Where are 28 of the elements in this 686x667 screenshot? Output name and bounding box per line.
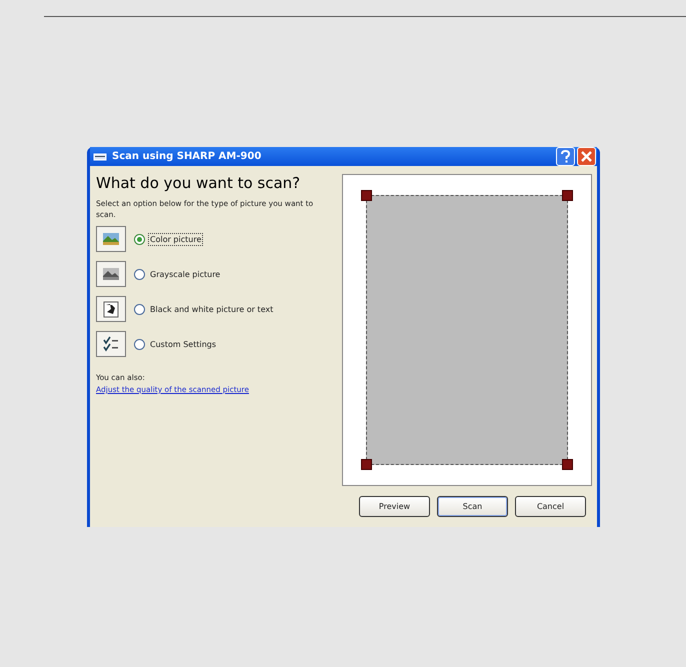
radio-button[interactable] xyxy=(134,338,145,350)
option-label[interactable]: Color picture xyxy=(148,232,204,246)
option-icon-button[interactable] xyxy=(96,331,126,357)
checklist-icon xyxy=(101,335,121,353)
dialog-button[interactable]: Cancel xyxy=(515,496,586,517)
option-label[interactable]: Grayscale picture xyxy=(148,268,222,280)
landscape-icon xyxy=(101,230,121,248)
help-icon xyxy=(560,150,571,163)
resize-handle[interactable] xyxy=(361,190,372,201)
dialog-button[interactable]: Scan xyxy=(437,496,508,517)
option-label[interactable]: Custom Settings xyxy=(148,338,218,350)
option-label[interactable]: Black and white picture or text xyxy=(148,302,276,316)
resize-handle[interactable] xyxy=(361,459,372,470)
radio-button[interactable] xyxy=(134,304,145,314)
radio-button[interactable] xyxy=(134,234,145,244)
radio-button[interactable] xyxy=(134,268,145,280)
close-icon xyxy=(581,151,592,162)
window-title: Scan using SHARP AM-900 xyxy=(112,151,262,162)
scanner-icon xyxy=(93,152,107,162)
resize-handle[interactable] xyxy=(562,459,573,470)
close-button[interactable] xyxy=(577,147,596,166)
option-icon-button[interactable] xyxy=(96,261,126,287)
landscape-icon xyxy=(101,265,121,283)
resize-handle[interactable] xyxy=(562,190,573,201)
dialog-button[interactable]: Preview xyxy=(359,496,430,517)
dialog-heading: What do you want to scan? xyxy=(96,174,302,192)
help-button[interactable] xyxy=(556,147,575,166)
option-icon-button[interactable] xyxy=(96,296,126,322)
